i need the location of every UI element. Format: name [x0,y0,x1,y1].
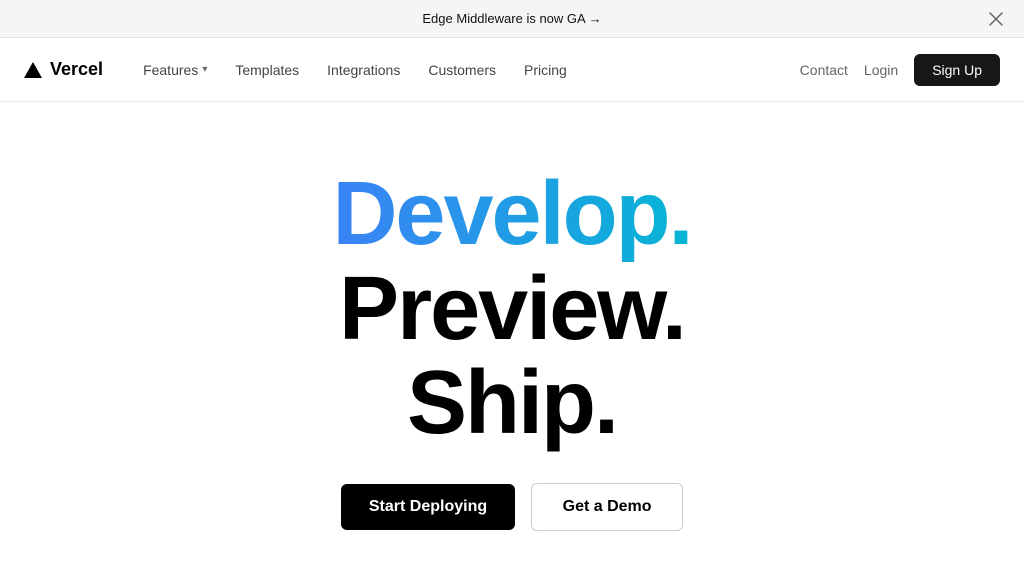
chevron-down-icon: ▾ [202,64,207,75]
nav-links: Features ▾ Templates Integrations Custom… [143,62,800,78]
hero-line-ship: Ship. [332,356,691,451]
nav-right: Contact Login Sign Up [800,54,1000,86]
hero-section: Develop. Preview. Ship. Start Deploying … [0,102,1024,576]
hero-line-develop: Develop. [332,167,691,262]
hero-line-preview: Preview. [332,262,691,357]
nav-features[interactable]: Features ▾ [143,62,207,78]
start-deploying-button[interactable]: Start Deploying [341,484,515,530]
navbar: Vercel Features ▾ Templates Integrations… [0,38,1024,102]
nav-login[interactable]: Login [864,62,898,78]
announcement-close-button[interactable] [984,7,1008,31]
get-demo-button[interactable]: Get a Demo [531,483,683,531]
announcement-text: Edge Middleware is now GA → [422,11,601,26]
logo-text: Vercel [50,59,103,80]
nav-contact[interactable]: Contact [800,62,848,78]
nav-pricing[interactable]: Pricing [524,62,567,78]
nav-integrations[interactable]: Integrations [327,62,400,78]
announcement-bar: Edge Middleware is now GA → [0,0,1024,38]
nav-templates[interactable]: Templates [235,62,299,78]
logo[interactable]: Vercel [24,59,103,80]
hero-headline: Develop. Preview. Ship. [332,167,691,451]
logo-triangle-icon [24,62,42,78]
nav-customers[interactable]: Customers [428,62,496,78]
signup-button[interactable]: Sign Up [914,54,1000,86]
hero-buttons: Start Deploying Get a Demo [341,483,683,531]
